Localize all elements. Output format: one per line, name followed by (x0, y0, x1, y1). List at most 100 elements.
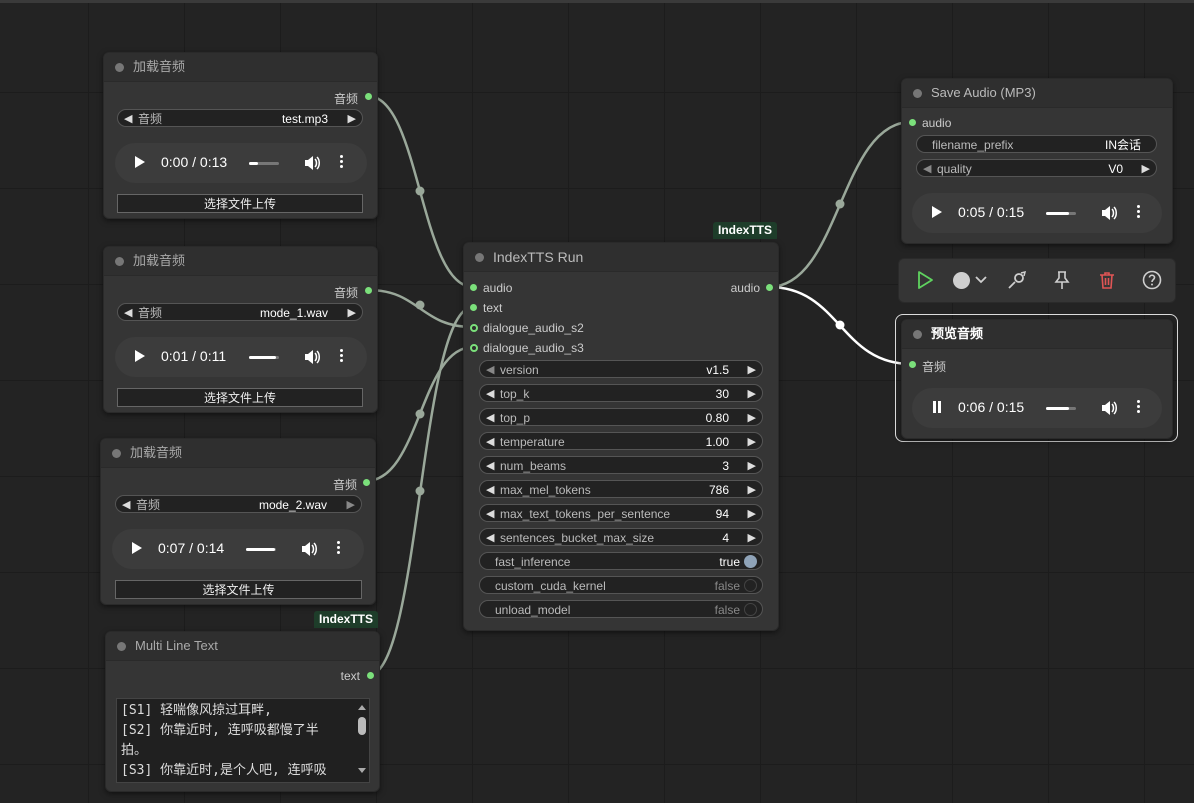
collapse-dot-icon[interactable] (112, 449, 121, 458)
more-options-icon[interactable] (340, 154, 344, 172)
run-icon[interactable] (915, 270, 935, 290)
input-slot-text[interactable] (470, 304, 477, 311)
pause-icon[interactable] (932, 401, 942, 414)
input-slot-audio[interactable] (909, 361, 916, 368)
color-icon[interactable] (953, 270, 993, 290)
toggle-unload-model[interactable]: unload_model false (479, 600, 763, 618)
collapse-dot-icon[interactable] (115, 63, 124, 72)
arrow-left-icon[interactable]: ◀ (124, 110, 132, 128)
arrow-left-icon[interactable]: ◀ (486, 385, 494, 403)
arrow-left-icon[interactable]: ◀ (486, 433, 494, 451)
arrow-left-icon[interactable]: ◀ (923, 160, 931, 178)
upload-button[interactable]: 选择文件上传 (117, 388, 363, 407)
pin-icon[interactable] (1052, 270, 1072, 290)
quality-combo[interactable]: ◀ quality V0 ▶ (916, 159, 1157, 177)
arrow-right-icon[interactable]: ▶ (347, 496, 355, 514)
widget-top-k[interactable]: ◀ top_k 30 ▶ (479, 384, 763, 402)
volume-icon[interactable] (303, 154, 321, 172)
toggle-fast-inference[interactable]: fast_inference true (479, 552, 763, 570)
progress-bar[interactable] (1046, 212, 1076, 215)
indextts-run-node[interactable]: IndexTTS Run audio text dialogue_audio_s… (463, 242, 779, 631)
collapse-dot-icon[interactable] (913, 89, 922, 98)
widget-temperature[interactable]: ◀ temperature 1.00 ▶ (479, 432, 763, 450)
volume-icon[interactable] (1100, 399, 1118, 417)
multi-line-text-node[interactable]: Multi Line Text text [S1] 轻喘像风掠过耳畔, [S2]… (105, 631, 380, 792)
arrow-right-icon[interactable]: ▶ (748, 433, 756, 451)
node-title[interactable]: 加载音频 (104, 247, 377, 276)
filename-prefix-field[interactable]: filename_prefix IN会话 (916, 135, 1157, 153)
output-slot[interactable] (367, 672, 374, 679)
toggle-custom-cuda-kernel[interactable]: custom_cuda_kernel false (479, 576, 763, 594)
audio-player[interactable]: 0:07 / 0:14 (112, 529, 364, 569)
play-icon[interactable] (932, 206, 942, 218)
arrow-left-icon[interactable]: ◀ (486, 457, 494, 475)
toggle-knob[interactable] (744, 603, 757, 616)
widget-max-mel-tokens[interactable]: ◀ max_mel_tokens 786 ▶ (479, 480, 763, 498)
volume-icon[interactable] (300, 540, 318, 558)
play-icon[interactable] (135, 350, 145, 362)
audio-combo[interactable]: ◀ 音频 mode_2.wav ▶ (115, 495, 362, 513)
arrow-left-icon[interactable]: ◀ (486, 529, 494, 547)
arrow-right-icon[interactable]: ▶ (748, 505, 756, 523)
toggle-knob[interactable] (744, 555, 757, 568)
load-audio-node-1[interactable]: 加载音频 音频 ◀ 音频 test.mp3 ▶ 0:00 / 0:13 选择文件… (103, 52, 378, 219)
more-options-icon[interactable] (1137, 204, 1141, 222)
bypass-icon[interactable] (1007, 270, 1027, 290)
delete-icon[interactable] (1097, 270, 1117, 290)
preview-audio-node[interactable]: 预览音频 音频 0:06 / 0:15 (901, 319, 1173, 439)
arrow-left-icon[interactable]: ◀ (122, 496, 130, 514)
widget-num-beams[interactable]: ◀ num_beams 3 ▶ (479, 456, 763, 474)
arrow-left-icon[interactable]: ◀ (486, 481, 494, 499)
text-input[interactable]: [S1] 轻喘像风掠过耳畔, [S2] 你靠近时, 连呼吸都慢了半 拍。 [S3… (116, 698, 370, 783)
output-slot[interactable] (365, 287, 372, 294)
audio-player[interactable]: 0:00 / 0:13 (115, 143, 367, 183)
node-title[interactable]: 加载音频 (101, 439, 375, 468)
node-title[interactable]: Multi Line Text (106, 632, 379, 661)
load-audio-node-2[interactable]: 加载音频 音频 ◀ 音频 mode_1.wav ▶ 0:01 / 0:11 选择… (103, 246, 378, 413)
output-slot[interactable] (363, 479, 370, 486)
upload-button[interactable]: 选择文件上传 (115, 580, 362, 599)
volume-icon[interactable] (303, 348, 321, 366)
audio-player[interactable]: 0:01 / 0:11 (115, 337, 367, 377)
arrow-right-icon[interactable]: ▶ (748, 409, 756, 427)
collapse-dot-icon[interactable] (913, 330, 922, 339)
arrow-right-icon[interactable]: ▶ (348, 304, 356, 322)
play-icon[interactable] (135, 156, 145, 168)
collapse-dot-icon[interactable] (475, 253, 484, 262)
arrow-right-icon[interactable]: ▶ (748, 457, 756, 475)
play-icon[interactable] (132, 542, 142, 554)
scrollbar[interactable] (358, 703, 366, 775)
node-title[interactable]: IndexTTS Run (464, 243, 778, 272)
input-slot-dialogue-s2[interactable] (470, 324, 478, 332)
collapse-dot-icon[interactable] (115, 257, 124, 266)
progress-bar[interactable] (1046, 407, 1076, 410)
node-title[interactable]: 加载音频 (104, 53, 377, 82)
arrow-right-icon[interactable]: ▶ (348, 110, 356, 128)
widget-sentences-bucket[interactable]: ◀ sentences_bucket_max_size 4 ▶ (479, 528, 763, 546)
arrow-left-icon[interactable]: ◀ (486, 361, 494, 379)
more-options-icon[interactable] (337, 540, 341, 558)
save-audio-node[interactable]: Save Audio (MP3) audio filename_prefix IN… (901, 78, 1173, 244)
arrow-left-icon[interactable]: ◀ (486, 409, 494, 427)
collapse-dot-icon[interactable] (117, 642, 126, 651)
arrow-right-icon[interactable]: ▶ (748, 361, 756, 379)
arrow-right-icon[interactable]: ▶ (748, 529, 756, 547)
load-audio-node-3[interactable]: 加载音频 音频 ◀ 音频 mode_2.wav ▶ 0:07 / 0:14 选择… (100, 438, 376, 605)
arrow-left-icon[interactable]: ◀ (486, 505, 494, 523)
volume-icon[interactable] (1100, 204, 1118, 222)
output-slot[interactable] (766, 284, 773, 291)
progress-bar[interactable] (249, 356, 279, 359)
widget-version[interactable]: ◀ version v1.5 ▶ (479, 360, 763, 378)
progress-bar[interactable] (246, 548, 276, 551)
arrow-right-icon[interactable]: ▶ (1142, 160, 1150, 178)
audio-combo[interactable]: ◀ 音频 test.mp3 ▶ (117, 109, 363, 127)
node-title[interactable]: 预览音频 (902, 320, 1172, 349)
widget-max-text-tokens[interactable]: ◀ max_text_tokens_per_sentence 94 ▶ (479, 504, 763, 522)
upload-button[interactable]: 选择文件上传 (117, 194, 363, 213)
more-options-icon[interactable] (1137, 399, 1141, 417)
arrow-right-icon[interactable]: ▶ (748, 385, 756, 403)
widget-top-p[interactable]: ◀ top_p 0.80 ▶ (479, 408, 763, 426)
toggle-knob[interactable] (744, 579, 757, 592)
arrow-left-icon[interactable]: ◀ (124, 304, 132, 322)
help-icon[interactable] (1142, 270, 1162, 290)
